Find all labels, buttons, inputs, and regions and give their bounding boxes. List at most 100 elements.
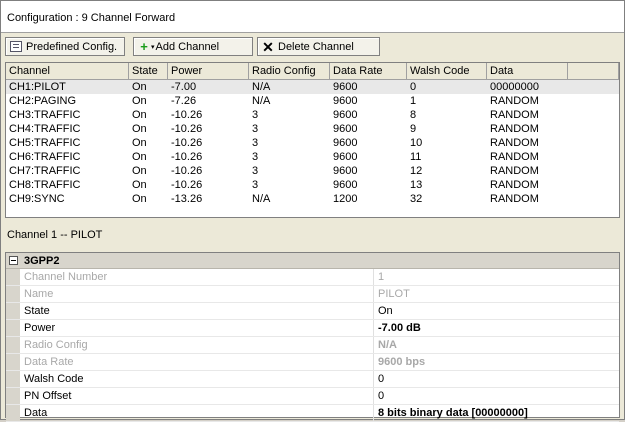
- property-value[interactable]: 0: [374, 388, 619, 404]
- cell-channel: CH8:TRAFFIC: [9, 179, 81, 191]
- cell-power: -13.26: [171, 193, 203, 205]
- cell-state: On: [132, 137, 147, 149]
- cell-channel: CH4:TRAFFIC: [9, 123, 81, 135]
- property-row[interactable]: Channel Number 1: [6, 269, 619, 286]
- table-row[interactable]: CH1:PILOT On -7.00 N/A 9600 0 00000000: [6, 80, 619, 94]
- property-name: State: [20, 303, 374, 319]
- property-gutter: [6, 286, 20, 302]
- add-channel-label: Add Channel: [155, 40, 220, 53]
- cell-state: On: [132, 193, 147, 205]
- toolbar: Predefined Config. + ▾ Add Channel ✕ Del…: [1, 33, 624, 60]
- cell-channel: CH5:TRAFFIC: [9, 137, 81, 149]
- property-row[interactable]: Name PILOT: [6, 286, 619, 303]
- config-title-bar: Configuration : 9 Channel Forward: [1, 1, 624, 33]
- cell-power: -7.00: [171, 81, 197, 93]
- property-name: PN Offset: [20, 388, 374, 404]
- property-gutter: [6, 269, 20, 285]
- property-rows: Channel Number 1 Name PILOT State On Power -7.0…: [6, 269, 619, 422]
- property-value: N/A: [378, 339, 397, 351]
- property-row[interactable]: Walsh Code 0: [6, 371, 619, 388]
- cell-data-rate: 9600: [333, 179, 358, 191]
- cell-radio-config: 3: [252, 151, 259, 163]
- column-header-walsh-code[interactable]: Walsh Code: [407, 63, 487, 79]
- channel-table-body: CH1:PILOT On -7.00 N/A 9600 0 00000000 CH2:PAGI…: [6, 80, 619, 206]
- config-title: Configuration : 9 Channel Forward: [7, 12, 176, 24]
- property-row[interactable]: State On: [6, 303, 619, 320]
- cell-state: On: [132, 95, 147, 107]
- cell-radio-config: 3: [252, 123, 259, 135]
- collapse-icon[interactable]: [9, 256, 18, 265]
- cell-data-rate: 9600: [333, 151, 358, 163]
- channel-table-header: Channel State Power Radio Config Data Ra…: [6, 63, 619, 80]
- cell-data-rate: 9600: [333, 95, 358, 107]
- cell-power: -10.26: [171, 179, 203, 191]
- cell-state: On: [132, 165, 147, 177]
- table-row[interactable]: CH5:TRAFFIC On -10.26 3 9600 10 RANDOM: [6, 136, 619, 150]
- cell-channel: CH1:PILOT: [9, 81, 66, 93]
- add-channel-button[interactable]: + ▾ Add Channel: [133, 37, 253, 56]
- cell-walsh-code: 11: [410, 151, 422, 163]
- table-row[interactable]: CH2:PAGING On -7.26 N/A 9600 1 RANDOM: [6, 94, 619, 108]
- delete-channel-label: Delete Channel: [278, 40, 354, 53]
- cell-power: -10.26: [171, 151, 203, 163]
- column-header-data-rate[interactable]: Data Rate: [330, 63, 407, 79]
- property-gutter: [6, 320, 20, 336]
- property-value[interactable]: -7.00 dB: [374, 320, 619, 336]
- cell-walsh-code: 10: [410, 137, 423, 149]
- property-row[interactable]: Radio Config N/A: [6, 337, 619, 354]
- property-row[interactable]: Data Rate 9600 bps: [6, 354, 619, 371]
- table-row[interactable]: CH3:TRAFFIC On -10.26 3 9600 8 RANDOM: [6, 108, 619, 122]
- property-gutter: [6, 354, 20, 370]
- property-grid: 3GPP2 Channel Number 1 Name PILOT State On Pow…: [5, 252, 620, 422]
- table-row[interactable]: CH7:TRAFFIC On -10.26 3 9600 12 RANDOM: [6, 164, 619, 178]
- column-header-state[interactable]: State: [129, 63, 168, 79]
- cell-state: On: [132, 123, 147, 135]
- cell-data: RANDOM: [490, 123, 539, 135]
- cell-data: RANDOM: [490, 193, 539, 205]
- dropdown-arrow-icon: ▾: [151, 43, 155, 51]
- table-row[interactable]: CH9:SYNC On -13.26 N/A 1200 32 RANDOM: [6, 192, 619, 206]
- cell-walsh-code: 8: [410, 109, 417, 121]
- property-value[interactable]: 0: [374, 371, 619, 387]
- cell-state: On: [132, 151, 147, 163]
- table-row[interactable]: CH6:TRAFFIC On -10.26 3 9600 11 RANDOM: [6, 150, 619, 164]
- property-value[interactable]: 8 bits binary data [00000000]: [374, 405, 619, 421]
- cell-data-rate: 9600: [333, 137, 358, 149]
- cell-power: -10.26: [171, 137, 203, 149]
- config-list-icon: [10, 41, 22, 52]
- predefined-config-button[interactable]: Predefined Config.: [5, 37, 125, 56]
- column-header-radio-config[interactable]: Radio Config: [249, 63, 330, 79]
- cell-data: RANDOM: [490, 137, 539, 149]
- column-header-channel[interactable]: Channel: [6, 63, 129, 79]
- cell-walsh-code: 1: [410, 95, 417, 107]
- cell-data: RANDOM: [490, 95, 539, 107]
- cell-data-rate: 1200: [333, 193, 358, 205]
- property-row[interactable]: PN Offset 0: [6, 388, 619, 405]
- property-gutter: [6, 371, 20, 387]
- column-header-data[interactable]: Data: [487, 63, 568, 79]
- cell-state: On: [132, 81, 147, 93]
- cell-channel: CH2:PAGING: [9, 95, 77, 107]
- channel-table: Channel State Power Radio Config Data Ra…: [5, 62, 620, 218]
- table-row[interactable]: CH8:TRAFFIC On -10.26 3 9600 13 RANDOM: [6, 178, 619, 192]
- cell-state: On: [132, 109, 147, 121]
- cell-state: On: [132, 179, 147, 191]
- cell-data: 00000000: [490, 81, 539, 93]
- property-name: Power: [20, 320, 374, 336]
- cell-data-rate: 9600: [333, 123, 358, 135]
- property-row[interactable]: Power -7.00 dB: [6, 320, 619, 337]
- cell-radio-config: N/A: [252, 95, 271, 107]
- cell-radio-config: 3: [252, 109, 259, 121]
- cell-data-rate: 9600: [333, 165, 358, 177]
- property-row[interactable]: Data 8 bits binary data [00000000]: [6, 405, 619, 422]
- delete-channel-button[interactable]: ✕ Delete Channel: [257, 37, 380, 56]
- property-name: Name: [20, 286, 374, 302]
- column-header-power[interactable]: Power: [168, 63, 249, 79]
- cell-data: RANDOM: [490, 179, 539, 191]
- table-row[interactable]: CH4:TRAFFIC On -10.26 3 9600 9 RANDOM: [6, 122, 619, 136]
- property-gutter: [6, 303, 20, 319]
- property-gutter: [6, 337, 20, 353]
- property-value[interactable]: On: [374, 303, 619, 319]
- property-section-header[interactable]: 3GPP2: [6, 253, 619, 269]
- property-value: 1: [378, 271, 385, 283]
